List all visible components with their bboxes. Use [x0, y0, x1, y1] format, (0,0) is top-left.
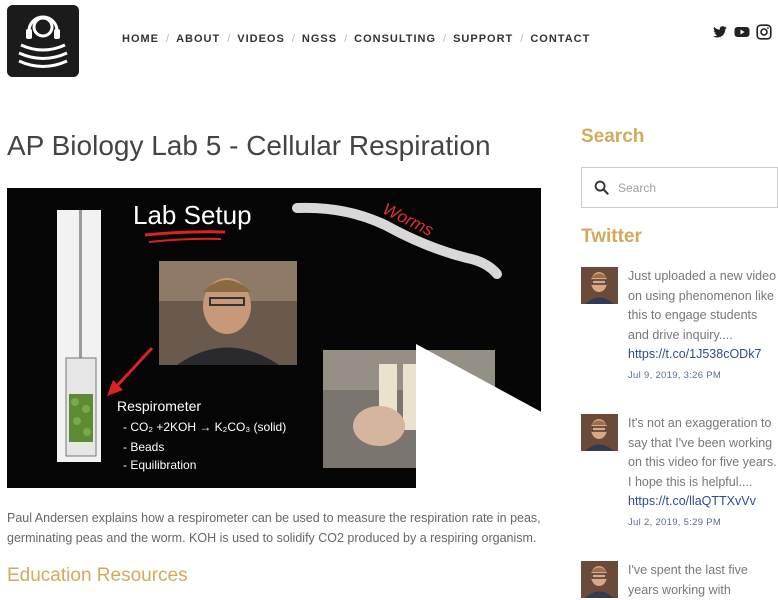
nav-item-ngss[interactable]: NGSS	[302, 33, 337, 45]
nav-separator: /	[520, 33, 524, 45]
youtube-icon[interactable]	[734, 24, 750, 40]
nav-separator: /	[443, 33, 447, 45]
social-links	[712, 24, 772, 40]
page-title: AP Biology Lab 5 - Cellular Respiration	[7, 130, 491, 161]
nav-item-videos[interactable]: VIDEOS	[237, 33, 285, 45]
main-nav: HOME / ABOUT / VIDEOS / NGSS / CONSULTIN…	[122, 33, 590, 45]
tweet-link[interactable]: https://t.co/1J538cODk7	[628, 345, 778, 365]
nav-item-support[interactable]: SUPPORT	[453, 33, 513, 45]
twitter-heading: Twitter	[581, 226, 642, 247]
education-resources-heading: Education Resources	[7, 565, 188, 586]
video-list-title: Respirometer	[117, 398, 202, 414]
tweet-text: I've spent the last five years working w…	[628, 563, 748, 597]
tweet-link[interactable]: https://t.co/llaQTTXvVv	[628, 492, 778, 512]
instagram-icon[interactable]	[756, 24, 772, 40]
play-icon[interactable]	[259, 324, 541, 488]
search-heading: Search	[581, 126, 645, 147]
nav-separator: /	[344, 33, 348, 45]
tweet-date: Jul 2, 2019, 5:29 PM	[628, 516, 722, 528]
tweet-text: It's not an exaggeration to say that I'v…	[628, 416, 777, 489]
search-box[interactable]	[581, 167, 778, 208]
video-list-item: - Equilibration	[123, 458, 197, 472]
nav-separator: /	[166, 33, 170, 45]
video-heading: Lab Setup	[133, 200, 252, 230]
nav-item-consulting[interactable]: CONSULTING	[354, 33, 436, 45]
tweet-date: Jul 9, 2019, 3:26 PM	[628, 369, 722, 381]
avatar[interactable]	[581, 561, 618, 598]
video-description: Paul Andersen explains how a respiromete…	[7, 511, 541, 545]
twitter-icon[interactable]	[712, 24, 728, 40]
nav-separator: /	[291, 33, 295, 45]
video-player[interactable]: Lab Setup Worms Respirometer - CO₂ +2KOH…	[7, 188, 541, 488]
headphones-logo-icon	[7, 5, 79, 77]
tweet-text: Just uploaded a new video on using pheno…	[628, 269, 777, 342]
nav-item-home[interactable]: HOME	[122, 33, 159, 45]
video-list-item: - Beads	[123, 440, 165, 454]
site-logo[interactable]	[7, 5, 79, 77]
avatar[interactable]	[581, 414, 618, 451]
nav-separator: /	[227, 33, 231, 45]
nav-item-contact[interactable]: CONTACT	[530, 33, 590, 45]
search-icon	[594, 180, 609, 195]
nav-item-about[interactable]: ABOUT	[176, 33, 220, 45]
avatar[interactable]	[581, 267, 618, 304]
search-input[interactable]	[618, 180, 758, 195]
